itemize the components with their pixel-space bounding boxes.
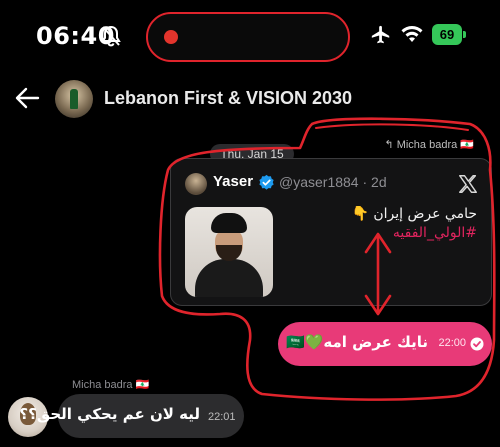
quoted-sender-label: Micha badra 🇱🇧 — [396, 139, 474, 151]
tweet-author-avatar[interactable] — [185, 173, 207, 195]
tweet-hashtag[interactable]: #الولي_الفقيه — [393, 225, 477, 241]
read-check-icon — [470, 337, 484, 351]
photo-robe — [195, 259, 263, 297]
tweet-text: حامي عرض إيران 👇 — [351, 206, 477, 222]
incoming-message-bubble[interactable]: ليه لان عم يحكي الحق؟؟ 22:01 — [19, 394, 244, 438]
chat-title[interactable]: Lebanon First & VISION 2030 — [104, 88, 352, 109]
record-dot-icon — [164, 30, 178, 44]
verified-badge-icon — [259, 174, 274, 190]
incoming-sender-name[interactable]: Micha badra 🇱🇧 — [72, 378, 149, 391]
tweet-embed-card[interactable]: Yaser @yaser1884 · 2d حامي عرض إيران 👇 #… — [170, 158, 492, 306]
group-avatar[interactable] — [55, 80, 93, 118]
back-arrow-icon[interactable] — [14, 86, 40, 110]
x-logo-icon[interactable] — [457, 173, 479, 195]
tweet-image[interactable] — [185, 207, 273, 297]
bell-slash-icon — [101, 25, 121, 47]
outgoing-message-time: 22:00 — [438, 337, 466, 349]
status-bar: 06:40 69 — [0, 0, 500, 72]
battery-icon: 69 — [432, 24, 462, 45]
wifi-icon — [401, 26, 423, 42]
outgoing-message-text: نايك عرض امه💚🇸🇦 — [286, 333, 428, 351]
airplane-icon — [371, 25, 390, 44]
tweet-handle: @yaser1884 · 2d — [279, 174, 387, 190]
quoted-sender-name: ↰ Micha badra 🇱🇧 — [384, 138, 474, 151]
dynamic-island[interactable] — [146, 12, 350, 62]
incoming-message-text: ليه لان عم يحكي الحق؟؟ — [19, 405, 200, 423]
reply-arrow-icon: ↰ — [384, 139, 397, 151]
cedar-icon — [70, 89, 78, 109]
outgoing-message-bubble[interactable]: نايك عرض امه💚🇸🇦 22:00 — [278, 322, 492, 366]
incoming-message-time: 22:01 — [208, 411, 236, 423]
photo-turban — [211, 213, 247, 233]
battery-tip — [463, 31, 466, 38]
chat-header: Lebanon First & VISION 2030 — [0, 76, 500, 122]
tweet-author-name[interactable]: Yaser — [213, 173, 253, 190]
